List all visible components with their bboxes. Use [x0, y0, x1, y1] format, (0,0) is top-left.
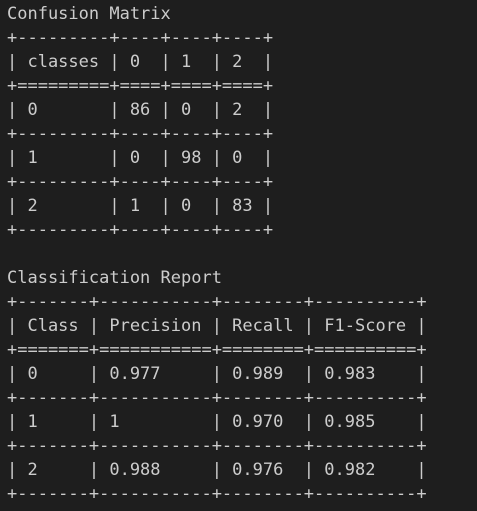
table-border: +-------+-----------+--------+----------…: [7, 484, 427, 504]
terminal-output: Confusion Matrix +---------+----+----+--…: [0, 0, 477, 511]
table-border: +-------+-----------+--------+----------…: [7, 388, 427, 408]
table-border: +---------+----+----+----+: [7, 220, 274, 240]
table-header-separator: +=======+===========+========+==========…: [7, 340, 427, 360]
confusion-matrix-header-row: | classes | 0 | 1 | 2 |: [7, 52, 274, 72]
classification-report-row: | 2 | 0.988 | 0.976 | 0.982 |: [7, 460, 427, 480]
table-border: +---------+----+----+----+: [7, 124, 274, 144]
table-header-separator: +=========+====+====+====+: [7, 76, 274, 96]
confusion-matrix-title: Confusion Matrix: [7, 4, 171, 24]
classification-report-title: Classification Report: [7, 268, 222, 288]
confusion-matrix-row: | 2 | 1 | 0 | 83 |: [7, 196, 274, 216]
table-border: +-------+-----------+--------+----------…: [7, 436, 427, 456]
table-border: +---------+----+----+----+: [7, 28, 274, 48]
classification-report-row: | 0 | 0.977 | 0.989 | 0.983 |: [7, 364, 427, 384]
classification-report-row: | 1 | 1 | 0.970 | 0.985 |: [7, 412, 427, 432]
classification-report-header-row: | Class | Precision | Recall | F1-Score …: [7, 316, 427, 336]
table-border: +---------+----+----+----+: [7, 172, 274, 192]
table-border: +-------+-----------+--------+----------…: [7, 292, 427, 312]
confusion-matrix-row: | 0 | 86 | 0 | 2 |: [7, 100, 274, 120]
confusion-matrix-row: | 1 | 0 | 98 | 0 |: [7, 148, 274, 168]
